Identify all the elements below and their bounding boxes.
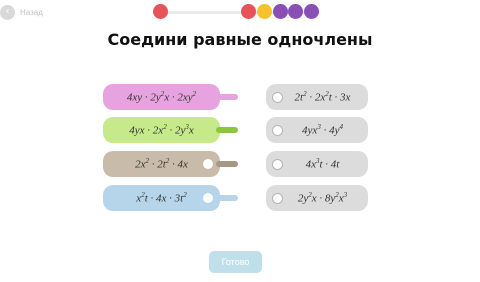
monomial-expression: 2t2 · 2x2t · 3x	[294, 90, 351, 104]
progress-dot	[288, 4, 303, 19]
monomial-expression: 4xy · 2y2x · 2xy2	[126, 90, 197, 104]
back-button[interactable]: ‹ Назад	[0, 2, 43, 22]
page-title: Соедини равные одночлены	[107, 30, 373, 49]
connector-socket[interactable]	[272, 91, 283, 103]
monomial-expression: 4yx · 2x2 · 2y3x	[129, 123, 194, 137]
monomial-card-left-1[interactable]: 4xy · 2y2x · 2xy2	[103, 84, 238, 110]
connector-plug[interactable]	[216, 195, 238, 201]
chevron-left-icon: ‹	[0, 4, 15, 20]
monomial-card-right-1[interactable]: 2t2 · 2x2t · 3x	[266, 84, 368, 110]
connector-socket[interactable]	[272, 158, 283, 170]
connector-socket[interactable]	[203, 159, 213, 169]
connector-plug[interactable]	[216, 161, 238, 167]
monomial-expression: 4x3t · 4t	[305, 157, 340, 171]
progress-dot	[257, 4, 272, 19]
monomial-expression: 4yx3 · 4y4	[302, 123, 343, 137]
progress-dot	[241, 4, 256, 19]
progress-dot	[273, 4, 288, 19]
monomial-card-right-3[interactable]: 4x3t · 4t	[266, 151, 368, 177]
monomial-card-left-3[interactable]: 2x2 · 2t2 · 4x	[103, 151, 238, 177]
monomial-card-left-4[interactable]: x2t · 4x · 3t2	[103, 185, 238, 211]
progress-dot	[153, 4, 168, 19]
progress-indicator	[153, 4, 319, 20]
monomial-expression: 2y2x · 8y2x3	[297, 191, 348, 205]
connector-socket[interactable]	[272, 192, 283, 204]
monomial-card-left-2[interactable]: 4yx · 2x2 · 2y3x	[103, 117, 238, 143]
monomial-expression: x2t · 4x · 3t2	[136, 191, 187, 205]
connector-socket[interactable]	[203, 193, 213, 203]
back-label: Назад	[20, 7, 43, 17]
monomial-card-right-4[interactable]: 2y2x · 8y2x3	[266, 185, 368, 211]
progress-dot	[304, 4, 319, 19]
done-button[interactable]: Готово	[209, 251, 262, 273]
connector-plug[interactable]	[216, 127, 238, 133]
monomial-card-right-2[interactable]: 4yx3 · 4y4	[266, 117, 368, 143]
monomial-expression: 2x2 · 2t2 · 4x	[135, 157, 188, 171]
connector-socket[interactable]	[272, 124, 283, 136]
connector-plug[interactable]	[216, 94, 238, 100]
